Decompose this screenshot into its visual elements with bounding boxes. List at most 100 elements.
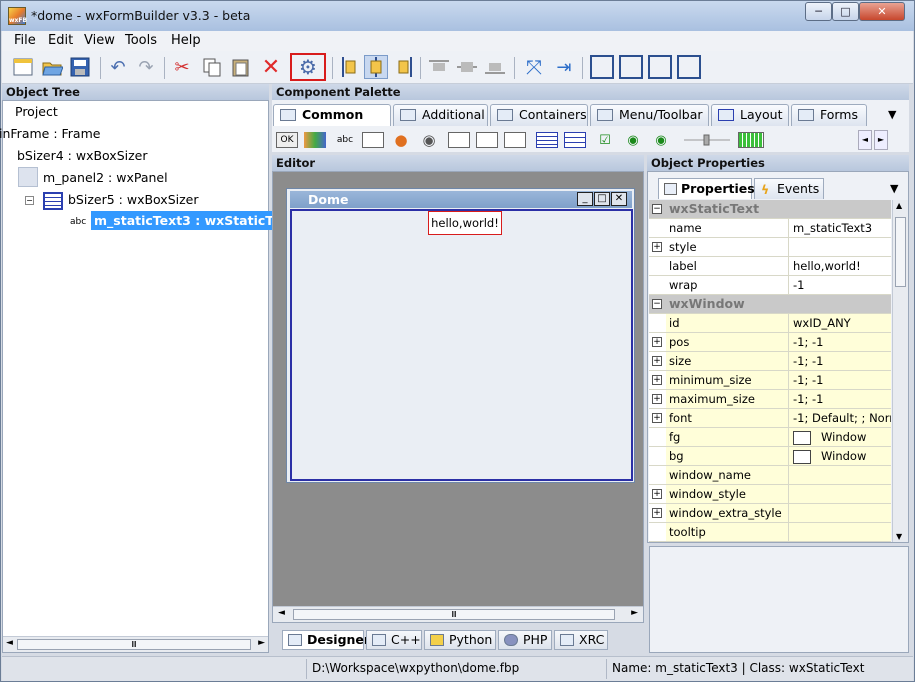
editor-horizontal-scrollbar[interactable]: ◄ Ⅲ ► bbox=[273, 606, 643, 622]
property-row[interactable]: + style bbox=[649, 238, 891, 257]
delete-icon[interactable]: ✕ bbox=[259, 55, 283, 80]
expand-icon[interactable]: + bbox=[652, 413, 662, 423]
menu-help[interactable]: Help bbox=[171, 33, 201, 48]
expand-icon[interactable]: + bbox=[652, 508, 662, 518]
new-icon[interactable] bbox=[11, 55, 35, 79]
menu-view[interactable]: View bbox=[84, 33, 115, 48]
slider-component-icon[interactable] bbox=[682, 132, 732, 148]
tree-node-bsizer5[interactable]: bSizer5 : wxBoxSizer bbox=[68, 192, 199, 207]
tab-additional[interactable]: Additional bbox=[393, 104, 488, 126]
expand-icon[interactable]: + bbox=[652, 394, 662, 404]
static-bitmap-component-icon[interactable]: ● bbox=[390, 131, 412, 149]
tab-forms[interactable]: Forms bbox=[791, 104, 867, 126]
align-left-icon[interactable] bbox=[338, 55, 362, 79]
property-category[interactable]: − wxStaticText bbox=[649, 200, 891, 219]
property-value[interactable]: -1; -1 bbox=[789, 371, 891, 389]
scroll-left-icon[interactable]: ◄ bbox=[6, 638, 13, 648]
property-value[interactable] bbox=[789, 466, 891, 484]
tab-python[interactable]: Python bbox=[424, 630, 496, 650]
open-icon[interactable] bbox=[40, 55, 64, 79]
collapse-icon[interactable]: − bbox=[652, 299, 662, 309]
props-scroll-thumb[interactable] bbox=[895, 217, 906, 287]
menu-file[interactable]: File bbox=[14, 33, 36, 48]
property-row[interactable]: bg Window bbox=[649, 447, 891, 466]
minimize-button[interactable]: ─ bbox=[805, 2, 832, 21]
property-row[interactable]: + pos -1; -1 bbox=[649, 333, 891, 352]
tree-node-bsizer4[interactable]: bSizer4 : wxBoxSizer bbox=[17, 148, 148, 163]
menu-tools[interactable]: Tools bbox=[125, 33, 157, 48]
palette-scroll-right-icon[interactable]: ► bbox=[874, 130, 888, 150]
combo-box-component-icon[interactable]: ◉ bbox=[418, 131, 440, 149]
props-scroll-down-icon[interactable]: ▼ bbox=[896, 532, 902, 541]
palette-scroll-left-icon[interactable]: ◄ bbox=[858, 130, 872, 150]
expand-icon[interactable]: + bbox=[652, 489, 662, 499]
align-center-h-icon[interactable] bbox=[364, 55, 388, 79]
menu-edit[interactable]: Edit bbox=[48, 33, 73, 48]
tree-horizontal-scrollbar[interactable]: ◄ Ⅲ ► bbox=[3, 636, 268, 652]
radio-box-component-icon[interactable]: ◉ bbox=[650, 132, 672, 148]
property-value[interactable]: -1; -1 bbox=[789, 333, 891, 351]
redo-icon[interactable]: ↷ bbox=[134, 55, 158, 79]
property-value[interactable] bbox=[789, 485, 891, 503]
undo-icon[interactable]: ↶ bbox=[106, 55, 130, 79]
expand-icon[interactable]: + bbox=[652, 337, 662, 347]
button-component-icon[interactable]: OK bbox=[276, 132, 298, 148]
property-value[interactable] bbox=[789, 523, 891, 541]
generate-code-icon[interactable]: ⚙ bbox=[290, 53, 326, 81]
property-row[interactable]: id wxID_ANY bbox=[649, 314, 891, 333]
choice-component-icon[interactable] bbox=[448, 132, 470, 148]
property-row[interactable]: + minimum_size -1; -1 bbox=[649, 371, 891, 390]
tree-node-statictext3[interactable]: m_staticText3 : wxStaticText bbox=[91, 211, 298, 230]
scroll-right-icon[interactable]: ► bbox=[258, 638, 265, 648]
list-ctrl-component-icon[interactable] bbox=[504, 132, 526, 148]
palette-tabs-dropdown-icon[interactable]: ▼ bbox=[888, 108, 896, 121]
designed-frame[interactable]: Dome _ □ ✕ hello,world! bbox=[286, 188, 635, 483]
tab-designer[interactable]: Designer bbox=[282, 630, 370, 650]
property-value[interactable]: Window bbox=[789, 447, 891, 465]
close-button[interactable]: ✕ bbox=[859, 2, 905, 21]
editor-scroll-left-icon[interactable]: ◄ bbox=[278, 608, 285, 618]
expand-icon[interactable]: ⤧ bbox=[522, 55, 546, 79]
checkbox-component-icon[interactable]: ☑ bbox=[594, 132, 616, 148]
expand-icon[interactable]: + bbox=[652, 242, 662, 252]
paste-icon[interactable] bbox=[229, 55, 253, 79]
tab-properties[interactable]: Properties bbox=[658, 178, 755, 199]
border-left-icon[interactable] bbox=[590, 55, 614, 79]
tab-common[interactable]: Common bbox=[273, 104, 391, 126]
border-bottom-icon[interactable] bbox=[677, 55, 701, 79]
properties-vertical-scrollbar[interactable]: ▲ ▼ bbox=[892, 200, 908, 542]
designer-canvas[interactable]: Dome _ □ ✕ hello,world! ◄ Ⅲ ► bbox=[272, 171, 644, 623]
property-value[interactable]: -1; -1 bbox=[789, 390, 891, 408]
editor-scroll-right-icon[interactable]: ► bbox=[631, 608, 638, 618]
property-row[interactable]: + window_extra_style bbox=[649, 504, 891, 523]
expand-icon[interactable]: + bbox=[652, 375, 662, 385]
tree-scroll-thumb[interactable]: Ⅲ bbox=[17, 639, 251, 650]
maximize-button[interactable]: □ bbox=[832, 2, 859, 21]
property-value[interactable]: -1; -1 bbox=[789, 352, 891, 370]
property-value[interactable]: hello,world! bbox=[789, 257, 891, 275]
property-value[interactable]: m_staticText3 bbox=[789, 219, 891, 237]
property-value[interactable] bbox=[789, 238, 891, 256]
tree-node-project[interactable]: Project bbox=[15, 104, 58, 119]
property-row[interactable]: + font -1; Default; ; Norm bbox=[649, 409, 891, 428]
expand-icon[interactable]: + bbox=[652, 356, 662, 366]
cut-icon[interactable]: ✂ bbox=[170, 55, 194, 79]
gauge-component-icon[interactable] bbox=[738, 132, 764, 148]
tree-node-frame[interactable]: inFrame : Frame bbox=[0, 126, 100, 141]
property-row[interactable]: label hello,world! bbox=[649, 257, 891, 276]
tab-xrc[interactable]: XRC bbox=[554, 630, 608, 650]
save-icon[interactable] bbox=[68, 55, 92, 79]
property-value[interactable]: -1; Default; ; Norm bbox=[789, 409, 891, 427]
tab-php[interactable]: PHP bbox=[498, 630, 552, 650]
property-row[interactable]: + size -1; -1 bbox=[649, 352, 891, 371]
check-list-component-icon[interactable] bbox=[564, 132, 586, 148]
property-row[interactable]: wrap -1 bbox=[649, 276, 891, 295]
property-row[interactable]: fg Window bbox=[649, 428, 891, 447]
property-row[interactable]: name m_staticText3 bbox=[649, 219, 891, 238]
border-right-icon[interactable] bbox=[619, 55, 643, 79]
stretch-icon[interactable]: ⇥ bbox=[552, 55, 576, 79]
collapse-icon[interactable]: − bbox=[25, 196, 34, 205]
bitmap-button-component-icon[interactable] bbox=[304, 132, 326, 148]
property-value[interactable]: Window bbox=[789, 428, 891, 446]
property-row[interactable]: + maximum_size -1; -1 bbox=[649, 390, 891, 409]
